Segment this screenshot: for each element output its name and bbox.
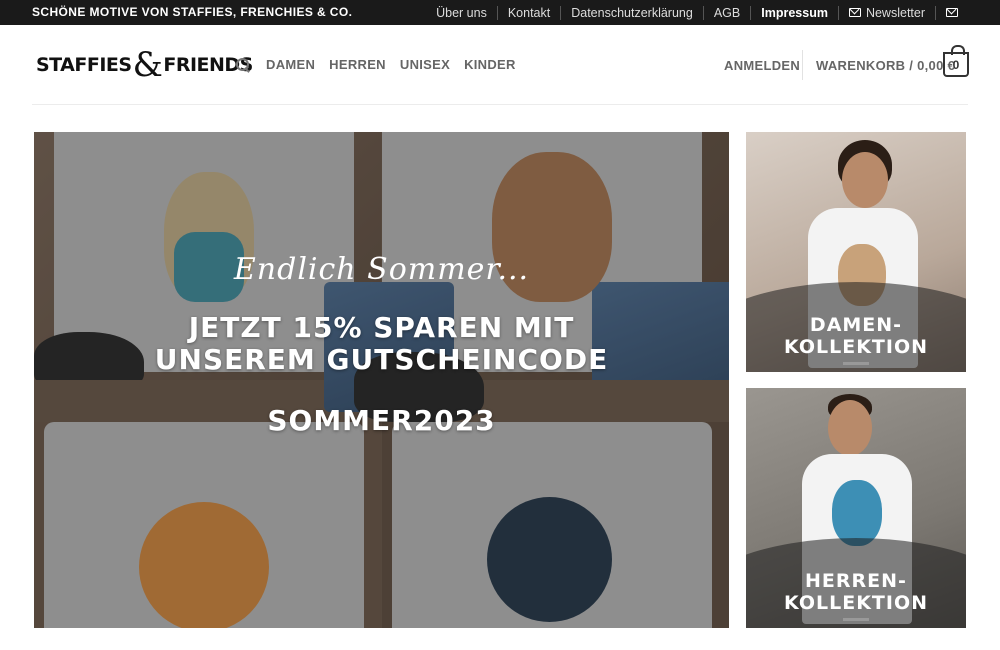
header-divider xyxy=(802,50,803,80)
top-link-contact[interactable]: Kontakt xyxy=(496,5,560,20)
top-bar: SCHÖNE MOTIVE VON STAFFIES, FRENCHIES & … xyxy=(0,0,1000,25)
top-link-newsletter[interactable]: Newsletter xyxy=(837,5,935,20)
cart-count: 0 xyxy=(952,57,960,72)
hero-overlay xyxy=(34,132,729,628)
top-link-about[interactable]: Über uns xyxy=(426,6,497,20)
nav-item-women[interactable]: DAMEN xyxy=(266,57,315,72)
tile-women-underline xyxy=(843,362,869,365)
tile-women-label-line-2: KOLLEKTION xyxy=(783,336,929,358)
tile-women-label: DAMEN- KOLLEKTION xyxy=(746,314,966,358)
hero-banner[interactable]: Endlich Sommer... JETZT 15% SPAREN MIT U… xyxy=(34,132,729,628)
hero-title-line-2: UNSEREM GUTSCHEINCODE xyxy=(154,343,609,376)
header-separator xyxy=(32,104,968,105)
top-link-imprint[interactable]: Impressum xyxy=(750,5,838,20)
mail-icon xyxy=(848,8,861,17)
cart-count-icon[interactable]: 0 xyxy=(943,45,969,77)
coupon-code: SOMMER2023 xyxy=(267,404,496,437)
tagline: SCHÖNE MOTIVE VON STAFFIES, FRENCHIES & … xyxy=(32,5,353,19)
top-link-privacy[interactable]: Datenschutzerklärung xyxy=(560,5,703,20)
logo-text-left: STAFFIES xyxy=(36,54,132,76)
top-nav: Über uns Kontakt Datenschutzerklärung AG… xyxy=(426,0,968,25)
tile-men-label-line-2: KOLLEKTION xyxy=(783,592,929,614)
tile-men-label: HERREN- KOLLEKTION xyxy=(746,570,966,614)
search-icon[interactable] xyxy=(236,57,250,72)
nav-item-kids[interactable]: KINDER xyxy=(464,57,516,72)
main-nav: DAMEN HERREN UNISEX KINDER xyxy=(236,57,516,72)
top-link-terms[interactable]: AGB xyxy=(702,5,750,20)
hero-script-text: Endlich Sommer... xyxy=(233,252,530,287)
cart-link[interactable]: WARENKORB / 0,00 € xyxy=(816,58,955,73)
site-header: STAFFIES & FRIENDS DAMEN HERREN UNISEX K… xyxy=(0,25,1000,105)
mail-icon xyxy=(946,7,958,17)
newsletter-label: Newsletter xyxy=(865,5,925,20)
mail-button[interactable] xyxy=(935,5,968,20)
login-link[interactable]: ANMELDEN xyxy=(724,58,800,73)
nav-item-men[interactable]: HERREN xyxy=(329,57,386,72)
tile-men-underline xyxy=(843,618,869,621)
hero-title-line-1: JETZT 15% SPAREN MIT xyxy=(188,311,575,344)
hero-title: JETZT 15% SPAREN MIT UNSEREM GUTSCHEINCO… xyxy=(34,312,729,376)
tile-men-collection[interactable]: HERREN- KOLLEKTION xyxy=(746,388,966,628)
logo-ampersand: & xyxy=(132,45,163,85)
tile-women-collection[interactable]: DAMEN- KOLLEKTION xyxy=(746,132,966,372)
tile-women-label-line-1: DAMEN- xyxy=(809,314,903,336)
site-logo[interactable]: STAFFIES & FRIENDS xyxy=(36,45,253,85)
nav-item-unisex[interactable]: UNISEX xyxy=(400,57,450,72)
tile-men-label-line-1: HERREN- xyxy=(805,570,907,592)
